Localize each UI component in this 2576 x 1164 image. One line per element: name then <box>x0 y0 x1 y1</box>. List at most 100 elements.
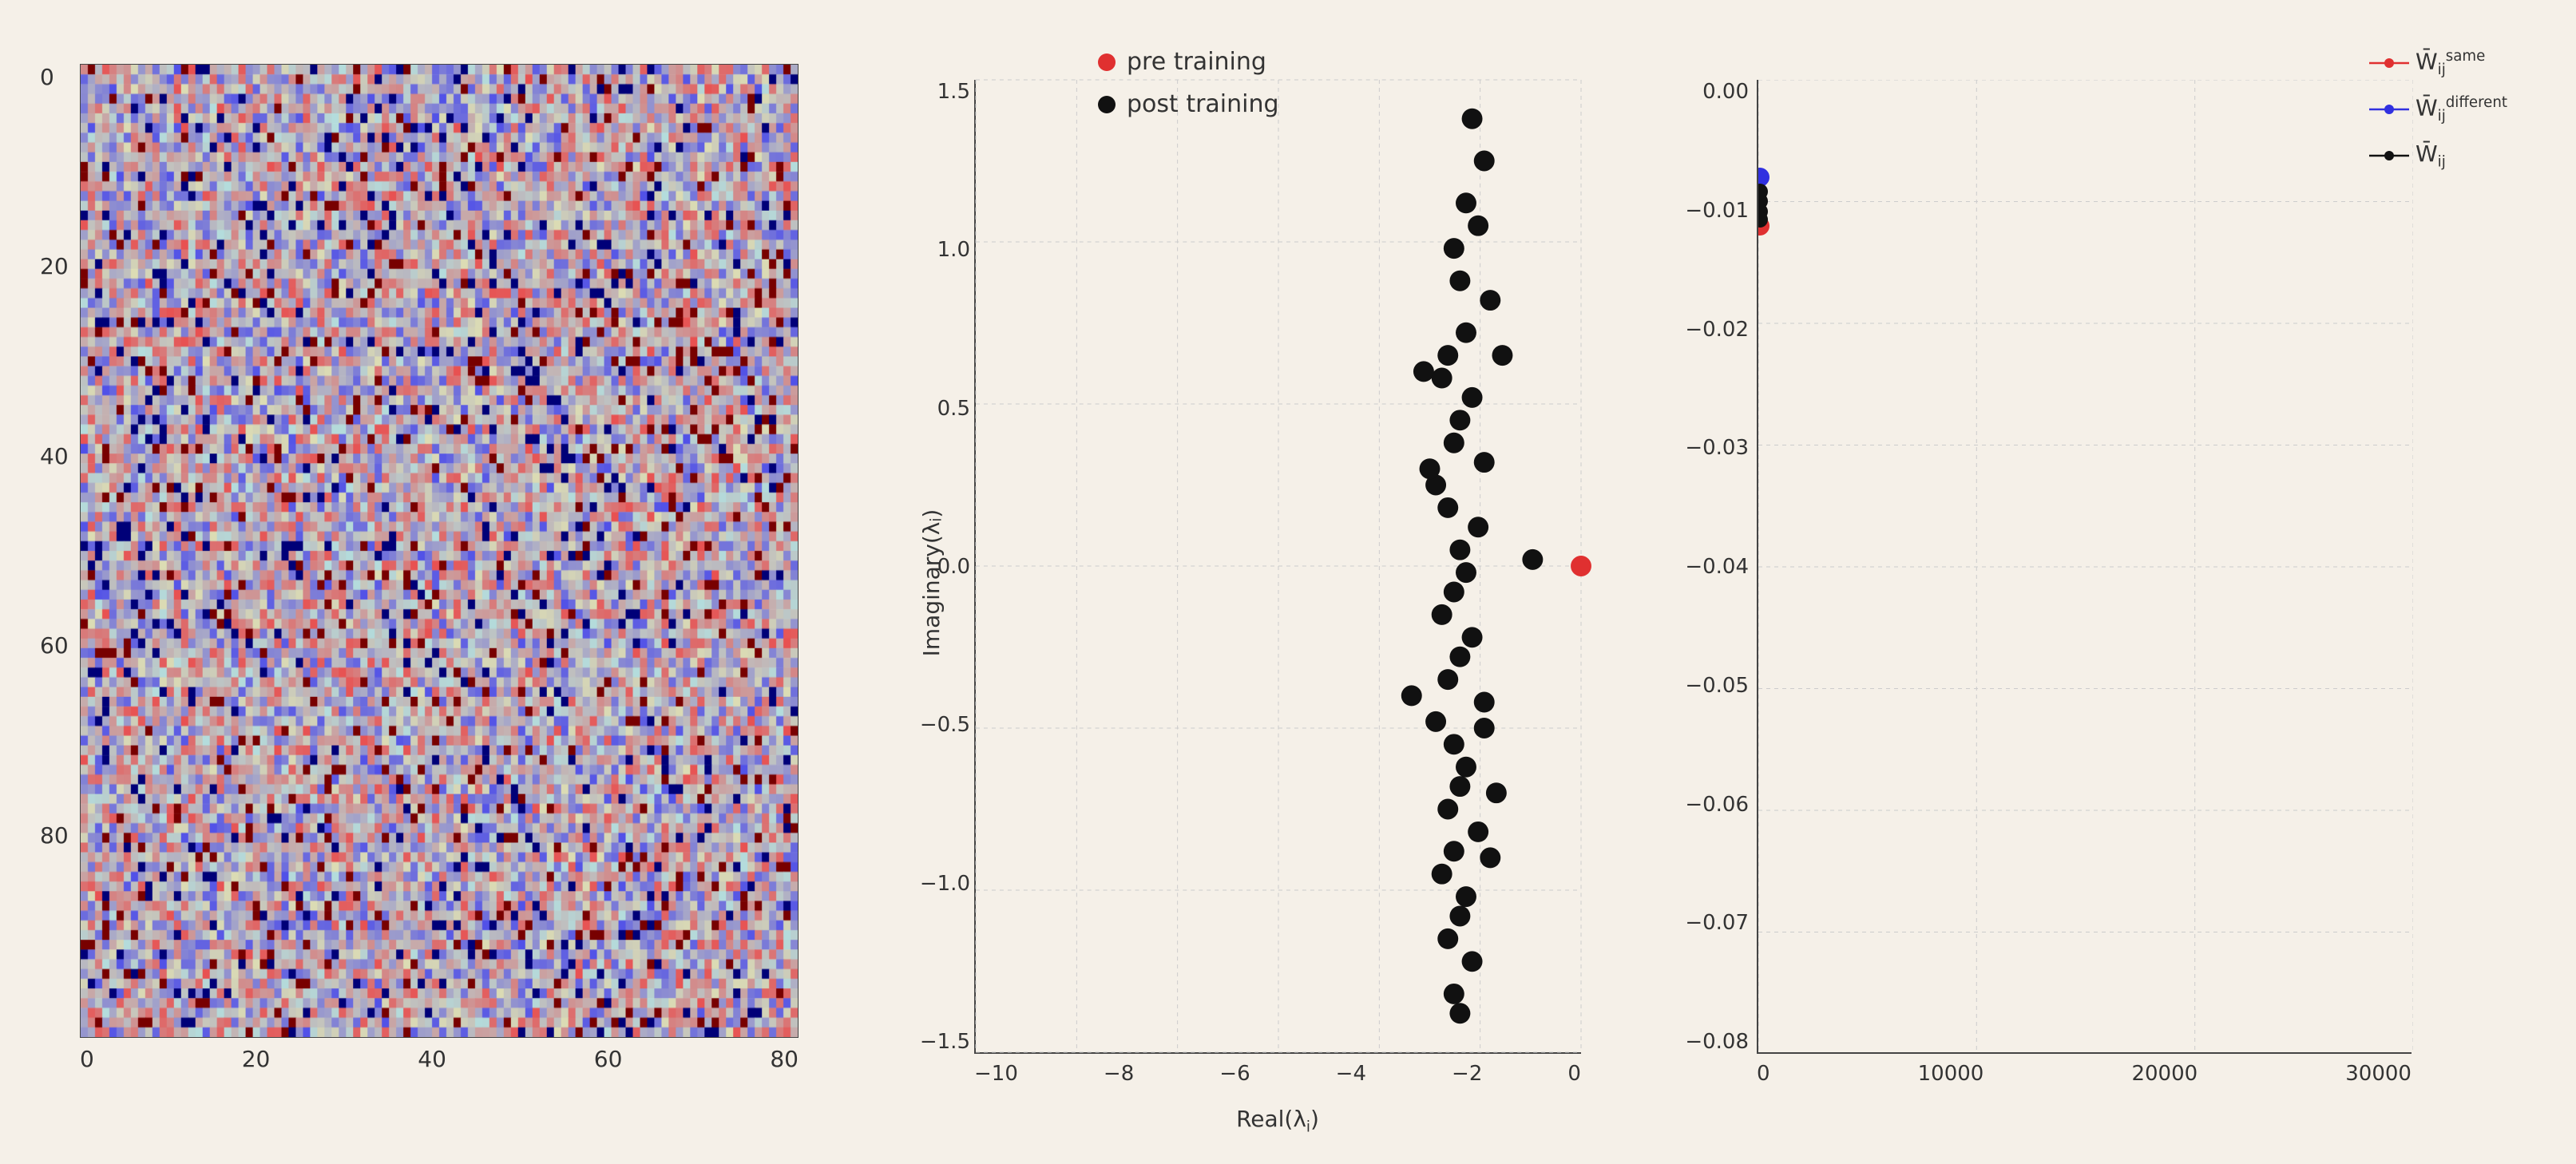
eigen-post-point <box>1444 734 1464 754</box>
eigen-post-point <box>1449 776 1470 797</box>
wbar-xaxis-labels: 0 10000 20000 30000 <box>1757 1062 2412 1086</box>
eigen-post-point <box>1437 928 1458 949</box>
wbar-ylabel-m03: −0.03 <box>1661 436 1749 460</box>
eigen-post-point <box>1449 410 1470 430</box>
wbar-ylabel-m07: −0.07 <box>1661 911 1749 935</box>
wbar-ylabel-m01: −0.01 <box>1661 199 1749 223</box>
eigen-xlabel-title-text: Real(λi) <box>1236 1106 1319 1132</box>
wbar-ylabel-m08: −0.08 <box>1661 1030 1749 1054</box>
eigen-post-point <box>1401 685 1422 706</box>
eigen-post-point <box>1437 497 1458 518</box>
wbar-legend-same: W̄ijsame <box>2369 48 2507 78</box>
eigen-post-point <box>1474 692 1495 713</box>
heatmap-panel: 0 20 40 60 80 100 0 20 40 60 80 <box>16 32 894 1134</box>
eigenvalue-scatter-area <box>974 80 1581 1054</box>
eigen-xlabel-title: Real(λi) <box>974 1106 1581 1136</box>
eigen-yaxis-labels: 1.5 1.0 0.5 0.0 −0.5 −1.0 −1.5 <box>910 80 970 1054</box>
eigen-post-point <box>1462 627 1483 647</box>
eigen-post-point <box>1522 549 1543 570</box>
heatmap-ylabel-40: 40 <box>40 443 82 469</box>
eigen-post-point <box>1449 906 1470 927</box>
eigen-post-point <box>1456 757 1476 778</box>
eigen-post-point <box>1474 718 1495 738</box>
wbar-xlabel-10k: 10000 <box>1918 1062 1984 1086</box>
eigen-post-point <box>1462 951 1483 972</box>
eigen-post-point <box>1492 345 1512 366</box>
heatmap-ylabel-60: 60 <box>40 632 82 659</box>
wbar-yaxis-labels: 0.00 −0.01 −0.02 −0.03 −0.04 −0.05 −0.06… <box>1661 80 1749 1054</box>
eigen-post-point <box>1432 604 1452 625</box>
heatmap-xlabel-60: 60 <box>594 1046 623 1072</box>
wbar-ylabel-0: 0.00 <box>1661 80 1749 104</box>
wbar-ylabel-m05: −0.05 <box>1661 674 1749 698</box>
eigen-xlabel-m4: −4 <box>1336 1062 1366 1086</box>
eigen-xlabel-m8: −8 <box>1104 1062 1134 1086</box>
eigen-post-point <box>1444 433 1464 453</box>
wbar-ylabel-m06: −0.06 <box>1661 793 1749 817</box>
eigen-post-point <box>1456 886 1476 907</box>
eigen-post-point <box>1456 562 1476 583</box>
eigen-post-point <box>1432 864 1452 885</box>
heatmap-xlabel-80: 80 <box>770 1046 799 1072</box>
eigen-post-point <box>1462 387 1483 408</box>
heatmap-canvas <box>80 64 799 1038</box>
eigen-post-point <box>1468 517 1488 537</box>
eigen-post-point <box>1468 216 1488 236</box>
eigen-post-point <box>1425 711 1446 732</box>
eigen-post-point <box>1437 345 1458 366</box>
wbar-legend-label-wbar: W̄ij <box>2415 141 2446 171</box>
heatmap-ylabel-0: 0 <box>40 64 82 90</box>
eigen-ylabel-m10: −1.0 <box>910 872 970 896</box>
heatmap-yaxis: 0 20 40 60 80 100 <box>40 64 82 1038</box>
heatmap-xlabel-40: 40 <box>418 1046 446 1072</box>
eigen-post-point <box>1449 540 1470 560</box>
eigenvalue-scatter-svg <box>976 80 1581 1052</box>
eigen-ylabel-05: 0.5 <box>910 397 970 421</box>
eigen-ylabel-10: 1.0 <box>910 238 970 262</box>
wbar-ylabel-m02: −0.02 <box>1661 318 1749 342</box>
eigen-post-point <box>1486 782 1507 803</box>
wbar-ylabel-m04: −0.04 <box>1661 555 1749 579</box>
eigen-post-point <box>1420 458 1441 479</box>
main-container: 0 20 40 60 80 100 0 20 40 60 80 pre trai… <box>0 0 2576 1164</box>
eigen-xlabel-0: 0 <box>1567 1062 1581 1086</box>
heatmap-xlabel-0: 0 <box>80 1046 94 1072</box>
legend-dot-pre <box>1098 53 1116 71</box>
eigen-post-point <box>1474 452 1495 473</box>
eigen-post-point <box>1480 847 1500 868</box>
wbar-xlabel-0: 0 <box>1757 1062 1770 1086</box>
eigen-post-point <box>1462 109 1483 129</box>
legend-item-pre: pre training <box>1098 48 1457 76</box>
eigen-pre-point <box>1571 556 1591 576</box>
wbar-xlabel-30k: 30000 <box>2345 1062 2412 1086</box>
eigenvalue-panel: pre training post training Imaginary(λi)… <box>910 32 1645 1134</box>
wbar-legend-label-different: W̄ijdifferent <box>2415 94 2507 125</box>
eigen-post-point <box>1432 368 1452 389</box>
wbar-scatter-area <box>1757 80 2412 1054</box>
eigen-xlabel-m10: −10 <box>974 1062 1018 1086</box>
heatmap-xlabel-20: 20 <box>242 1046 271 1072</box>
eigen-post-point <box>1437 799 1458 820</box>
heatmap-ylabel-20: 20 <box>40 253 82 279</box>
eigen-ylabel-15: 1.5 <box>910 80 970 104</box>
eigen-ylabel-00: 0.0 <box>910 555 970 579</box>
eigen-post-point <box>1444 841 1464 861</box>
eigen-post-point <box>1468 822 1488 842</box>
eigen-xaxis-labels: −10 −8 −6 −4 −2 0 <box>974 1062 1581 1086</box>
eigen-post-point <box>1444 984 1464 1004</box>
wbar-legend-line-same <box>2369 57 2409 69</box>
eigen-xlabel-m6: −6 <box>1219 1062 1250 1086</box>
heatmap-xaxis: 0 20 40 60 80 <box>80 1046 799 1072</box>
eigen-post-point <box>1449 1003 1470 1023</box>
legend-label-pre: pre training <box>1127 48 1266 76</box>
eigen-post-point <box>1474 151 1495 172</box>
eigen-post-point <box>1449 271 1470 291</box>
eigen-ylabel-m05: −0.5 <box>910 713 970 737</box>
heatmap-ylabel-80: 80 <box>40 822 82 849</box>
eigen-post-point <box>1480 290 1500 311</box>
eigen-post-point <box>1449 647 1470 667</box>
wbar-panel: W̄ijsame W̄ijdifferent <box>1661 32 2539 1134</box>
eigen-post-point <box>1456 323 1476 343</box>
eigen-post-point <box>1413 361 1434 382</box>
eigen-post-point <box>1437 669 1458 690</box>
